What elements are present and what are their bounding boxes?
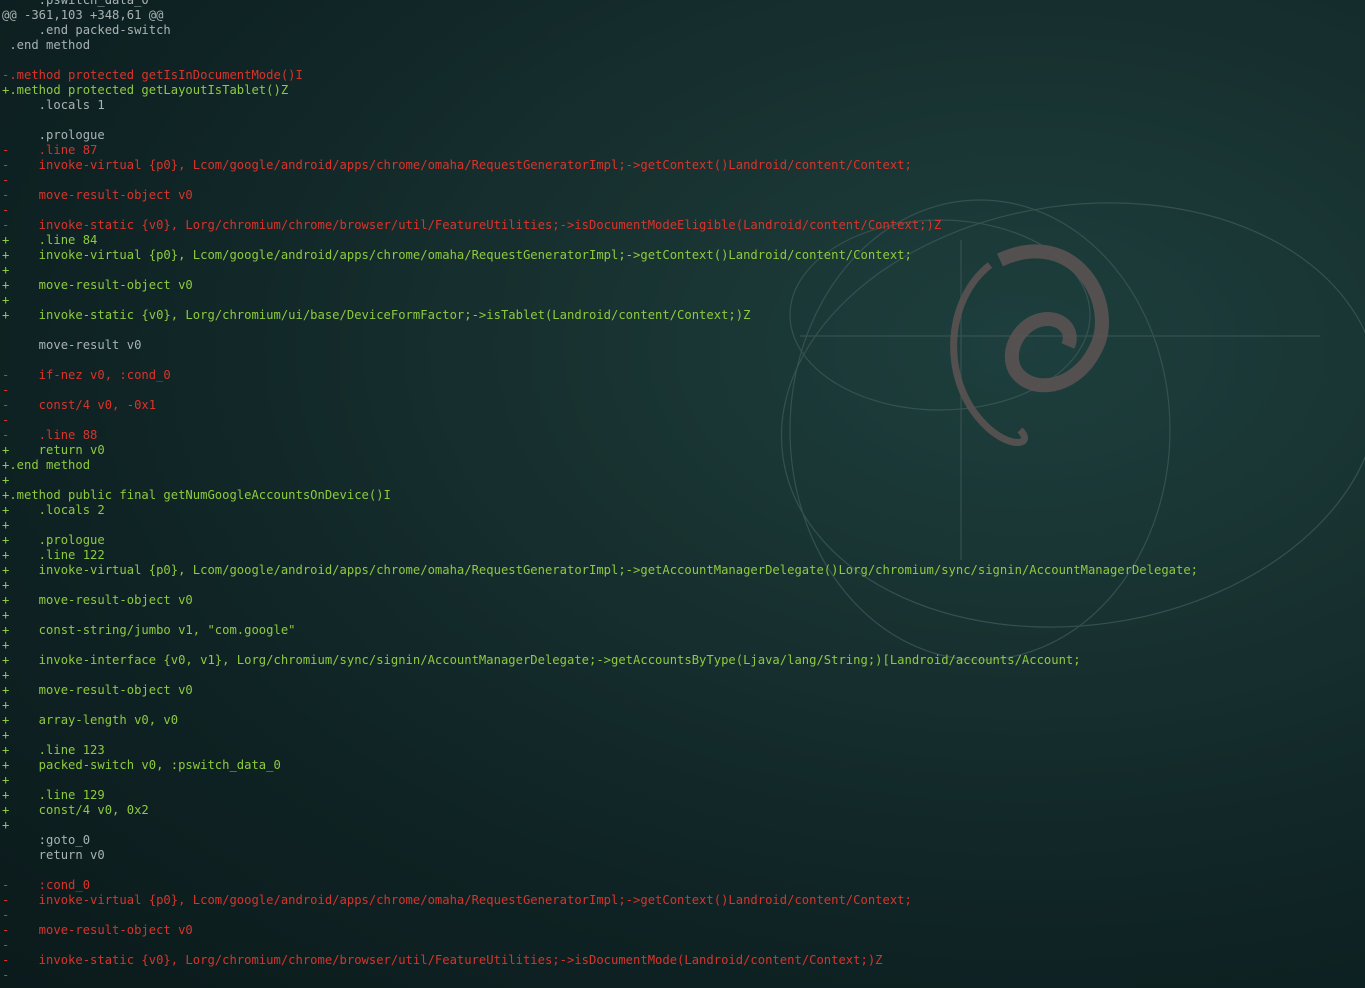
diff-added-line: + bbox=[2, 818, 10, 832]
diff-terminal-output: :pswitch_data_0 @@ -361,103 +348,61 @@ .e… bbox=[2, 0, 1365, 983]
diff-context-line: .locals 1 bbox=[2, 98, 105, 112]
diff-removed-line: - move-result-object v0 bbox=[2, 923, 193, 937]
diff-added-line: + move-result-object v0 bbox=[2, 278, 193, 292]
diff-removed-line: - bbox=[2, 413, 10, 427]
diff-added-line: + array-length v0, v0 bbox=[2, 713, 179, 727]
diff-added-line: + invoke-virtual {p0}, Lcom/google/andro… bbox=[2, 248, 912, 262]
diff-context-line bbox=[2, 863, 1365, 878]
diff-removed-line: - bbox=[2, 938, 10, 952]
diff-added-line: + .line 123 bbox=[2, 743, 105, 757]
diff-added-line: + bbox=[2, 638, 10, 652]
diff-added-line: + bbox=[2, 668, 10, 682]
diff-context-line: return v0 bbox=[2, 848, 105, 862]
diff-added-line: + bbox=[2, 263, 10, 277]
diff-added-line: + .line 129 bbox=[2, 788, 105, 802]
diff-removed-line: - if-nez v0, :cond_0 bbox=[2, 368, 171, 382]
diff-removed-line: - invoke-virtual {p0}, Lcom/google/andro… bbox=[2, 893, 912, 907]
diff-removed-line: - .line 88 bbox=[2, 428, 98, 442]
diff-added-line: + .locals 2 bbox=[2, 503, 105, 517]
diff-added-line: + .prologue bbox=[2, 533, 105, 547]
diff-added-line: + bbox=[2, 728, 10, 742]
diff-added-line: + return v0 bbox=[2, 443, 105, 457]
diff-context-line bbox=[2, 113, 1365, 128]
diff-context-line: move-result v0 bbox=[2, 338, 142, 352]
diff-added-line: + bbox=[2, 473, 10, 487]
diff-added-line: + bbox=[2, 518, 10, 532]
diff-added-line: +.method protected getLayoutIsTablet()Z bbox=[2, 83, 289, 97]
diff-added-line: + const/4 v0, 0x2 bbox=[2, 803, 149, 817]
diff-added-line: + bbox=[2, 293, 10, 307]
diff-added-line: + .line 122 bbox=[2, 548, 105, 562]
diff-removed-line: - invoke-virtual {p0}, Lcom/google/andro… bbox=[2, 158, 912, 172]
diff-removed-line: - const/4 v0, -0x1 bbox=[2, 398, 157, 412]
diff-removed-line: - invoke-static {v0}, Lorg/chromium/chro… bbox=[2, 953, 883, 967]
diff-removed-line: - bbox=[2, 203, 10, 217]
diff-context-line: .end method bbox=[2, 38, 91, 52]
diff-added-line: + invoke-virtual {p0}, Lcom/google/andro… bbox=[2, 563, 1199, 577]
diff-removed-line: - bbox=[2, 383, 10, 397]
diff-context-line bbox=[2, 353, 1365, 368]
diff-added-line: + invoke-static {v0}, Lorg/chromium/ui/b… bbox=[2, 308, 751, 322]
diff-removed-line: - bbox=[2, 908, 10, 922]
diff-added-line: +.method public final getNumGoogleAccoun… bbox=[2, 488, 391, 502]
diff-added-line: + bbox=[2, 608, 10, 622]
diff-context-line: .end packed-switch bbox=[2, 23, 171, 37]
diff-removed-line: - bbox=[2, 968, 10, 982]
diff-context-line: .prologue bbox=[2, 128, 105, 142]
diff-context-line: :pswitch_data_0 bbox=[2, 0, 149, 7]
diff-added-line: + move-result-object v0 bbox=[2, 593, 193, 607]
diff-removed-line: - :cond_0 bbox=[2, 878, 91, 892]
diff-added-line: + bbox=[2, 578, 10, 592]
diff-added-line: +.end method bbox=[2, 458, 91, 472]
diff-removed-line: -.method protected getIsInDocumentMode()… bbox=[2, 68, 303, 82]
diff-added-line: + bbox=[2, 698, 10, 712]
diff-added-line: + invoke-interface {v0, v1}, Lorg/chromi… bbox=[2, 653, 1081, 667]
diff-removed-line: - bbox=[2, 173, 10, 187]
diff-context-line: :goto_0 bbox=[2, 833, 91, 847]
diff-removed-line: - move-result-object v0 bbox=[2, 188, 193, 202]
diff-added-line: + .line 84 bbox=[2, 233, 98, 247]
diff-added-line: + packed-switch v0, :pswitch_data_0 bbox=[2, 758, 281, 772]
diff-added-line: + const-string/jumbo v1, "com.google" bbox=[2, 623, 296, 637]
diff-context-line bbox=[2, 323, 1365, 338]
diff-added-line: + bbox=[2, 773, 10, 787]
diff-removed-line: - .line 87 bbox=[2, 143, 98, 157]
diff-context-line bbox=[2, 53, 1365, 68]
diff-removed-line: - invoke-static {v0}, Lorg/chromium/chro… bbox=[2, 218, 942, 232]
diff-added-line: + move-result-object v0 bbox=[2, 683, 193, 697]
diff-context-line: @@ -361,103 +348,61 @@ bbox=[2, 8, 164, 22]
